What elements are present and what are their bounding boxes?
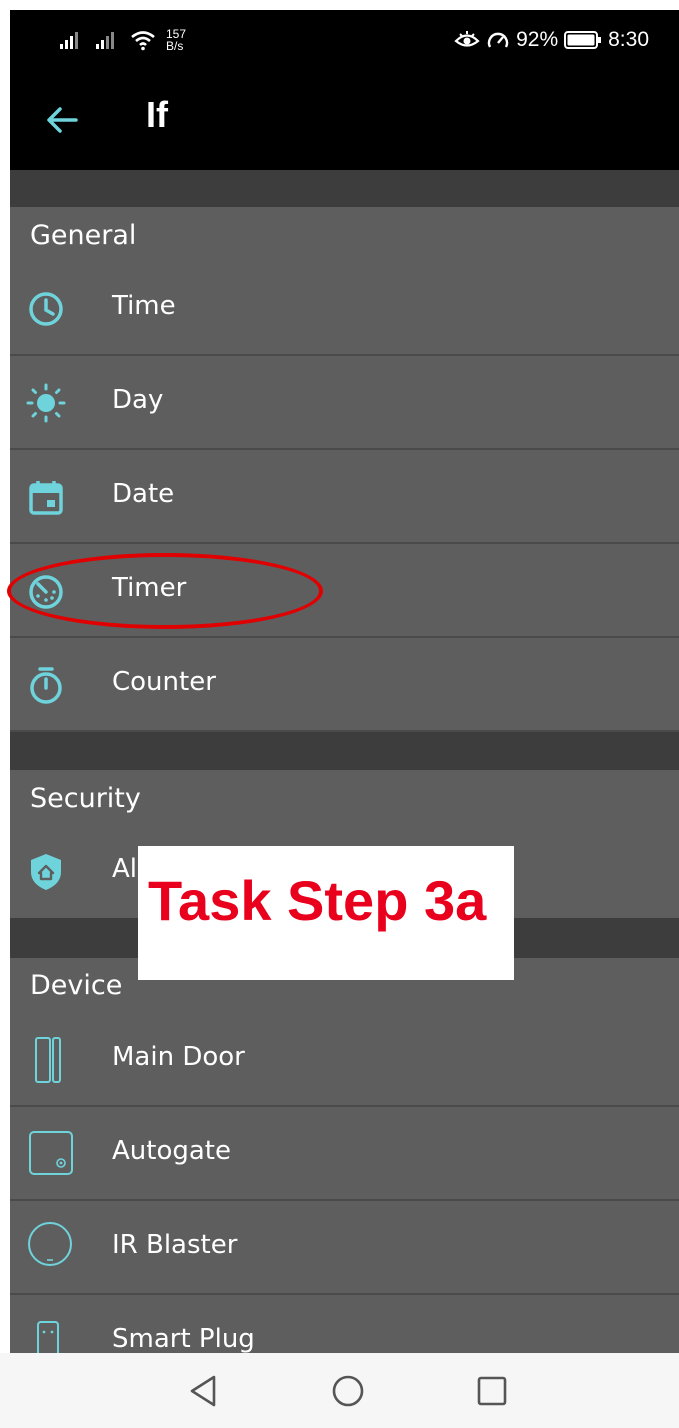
list-item-time[interactable]: Time [10, 263, 679, 356]
list-item-label: IR Blaster [112, 1230, 238, 1260]
section-divider [10, 732, 679, 770]
list-item-day[interactable]: Day [10, 357, 679, 450]
list-item-label: Day [112, 385, 164, 415]
battery-percent: 92% [516, 28, 559, 51]
list-item-date[interactable]: Date [10, 451, 679, 544]
section-header-device: Device [30, 970, 123, 1001]
network-speed-unit: B/s [166, 39, 184, 53]
list-item-main-door[interactable]: Main Door [10, 1014, 679, 1107]
page-title: If [146, 94, 168, 135]
eye-icon [454, 31, 480, 47]
smart-plug-icon [37, 1321, 59, 1353]
list-item-label: Al [112, 854, 138, 884]
list-item-label: Main Door [112, 1042, 245, 1072]
sun-icon [26, 383, 66, 423]
list-item-counter[interactable]: Counter [10, 639, 679, 732]
status-bar-left: 157 B/s [58, 22, 186, 58]
door-sensor-icon [35, 1037, 61, 1083]
ir-blaster-icon [28, 1222, 72, 1266]
task-step-label: Task Step 3a [148, 869, 487, 932]
list-item-ir-blaster[interactable]: IR Blaster [10, 1202, 679, 1295]
recents-square-icon[interactable] [474, 1373, 510, 1409]
network-speed: 157 B/s [166, 28, 186, 52]
calendar-icon [29, 481, 63, 515]
system-nav-bar [0, 1353, 679, 1428]
task-step-overlay: Task Step 3a [138, 846, 514, 980]
shield-home-icon [31, 854, 61, 890]
battery-icon [564, 31, 602, 49]
autogate-icon [29, 1131, 73, 1175]
signal-icon [96, 32, 114, 49]
signal-icon [60, 32, 78, 49]
section-header-security: Security [30, 783, 141, 814]
wifi-icon [131, 31, 155, 51]
status-bar: 157 B/s 92% 8:30 [10, 10, 679, 70]
list-item-label: Counter [112, 667, 216, 697]
list-item-label: Smart Plug [112, 1324, 255, 1353]
home-circle-icon[interactable] [330, 1373, 366, 1409]
status-bar-right: 92% 8:30 [454, 22, 649, 58]
phone-screen: 157 B/s 92% 8:30 If General Time Day Dat… [10, 10, 679, 1353]
list-item-smart-plug[interactable]: Smart Plug [10, 1296, 679, 1353]
annotation-ellipse [7, 553, 323, 629]
list-item-label: Autogate [112, 1136, 231, 1166]
clock-icon [29, 292, 63, 326]
list-item-label: Time [112, 291, 176, 321]
speedometer-icon [487, 32, 509, 48]
stopwatch-icon [30, 667, 62, 704]
status-time: 8:30 [608, 28, 649, 51]
list-item-label: Date [112, 479, 175, 509]
section-header-general: General [30, 220, 137, 251]
arrow-left-icon[interactable] [42, 100, 82, 140]
back-triangle-icon[interactable] [186, 1373, 222, 1409]
list-item-autogate[interactable]: Autogate [10, 1108, 679, 1201]
app-bar: If [10, 70, 679, 170]
section-divider [10, 170, 679, 207]
